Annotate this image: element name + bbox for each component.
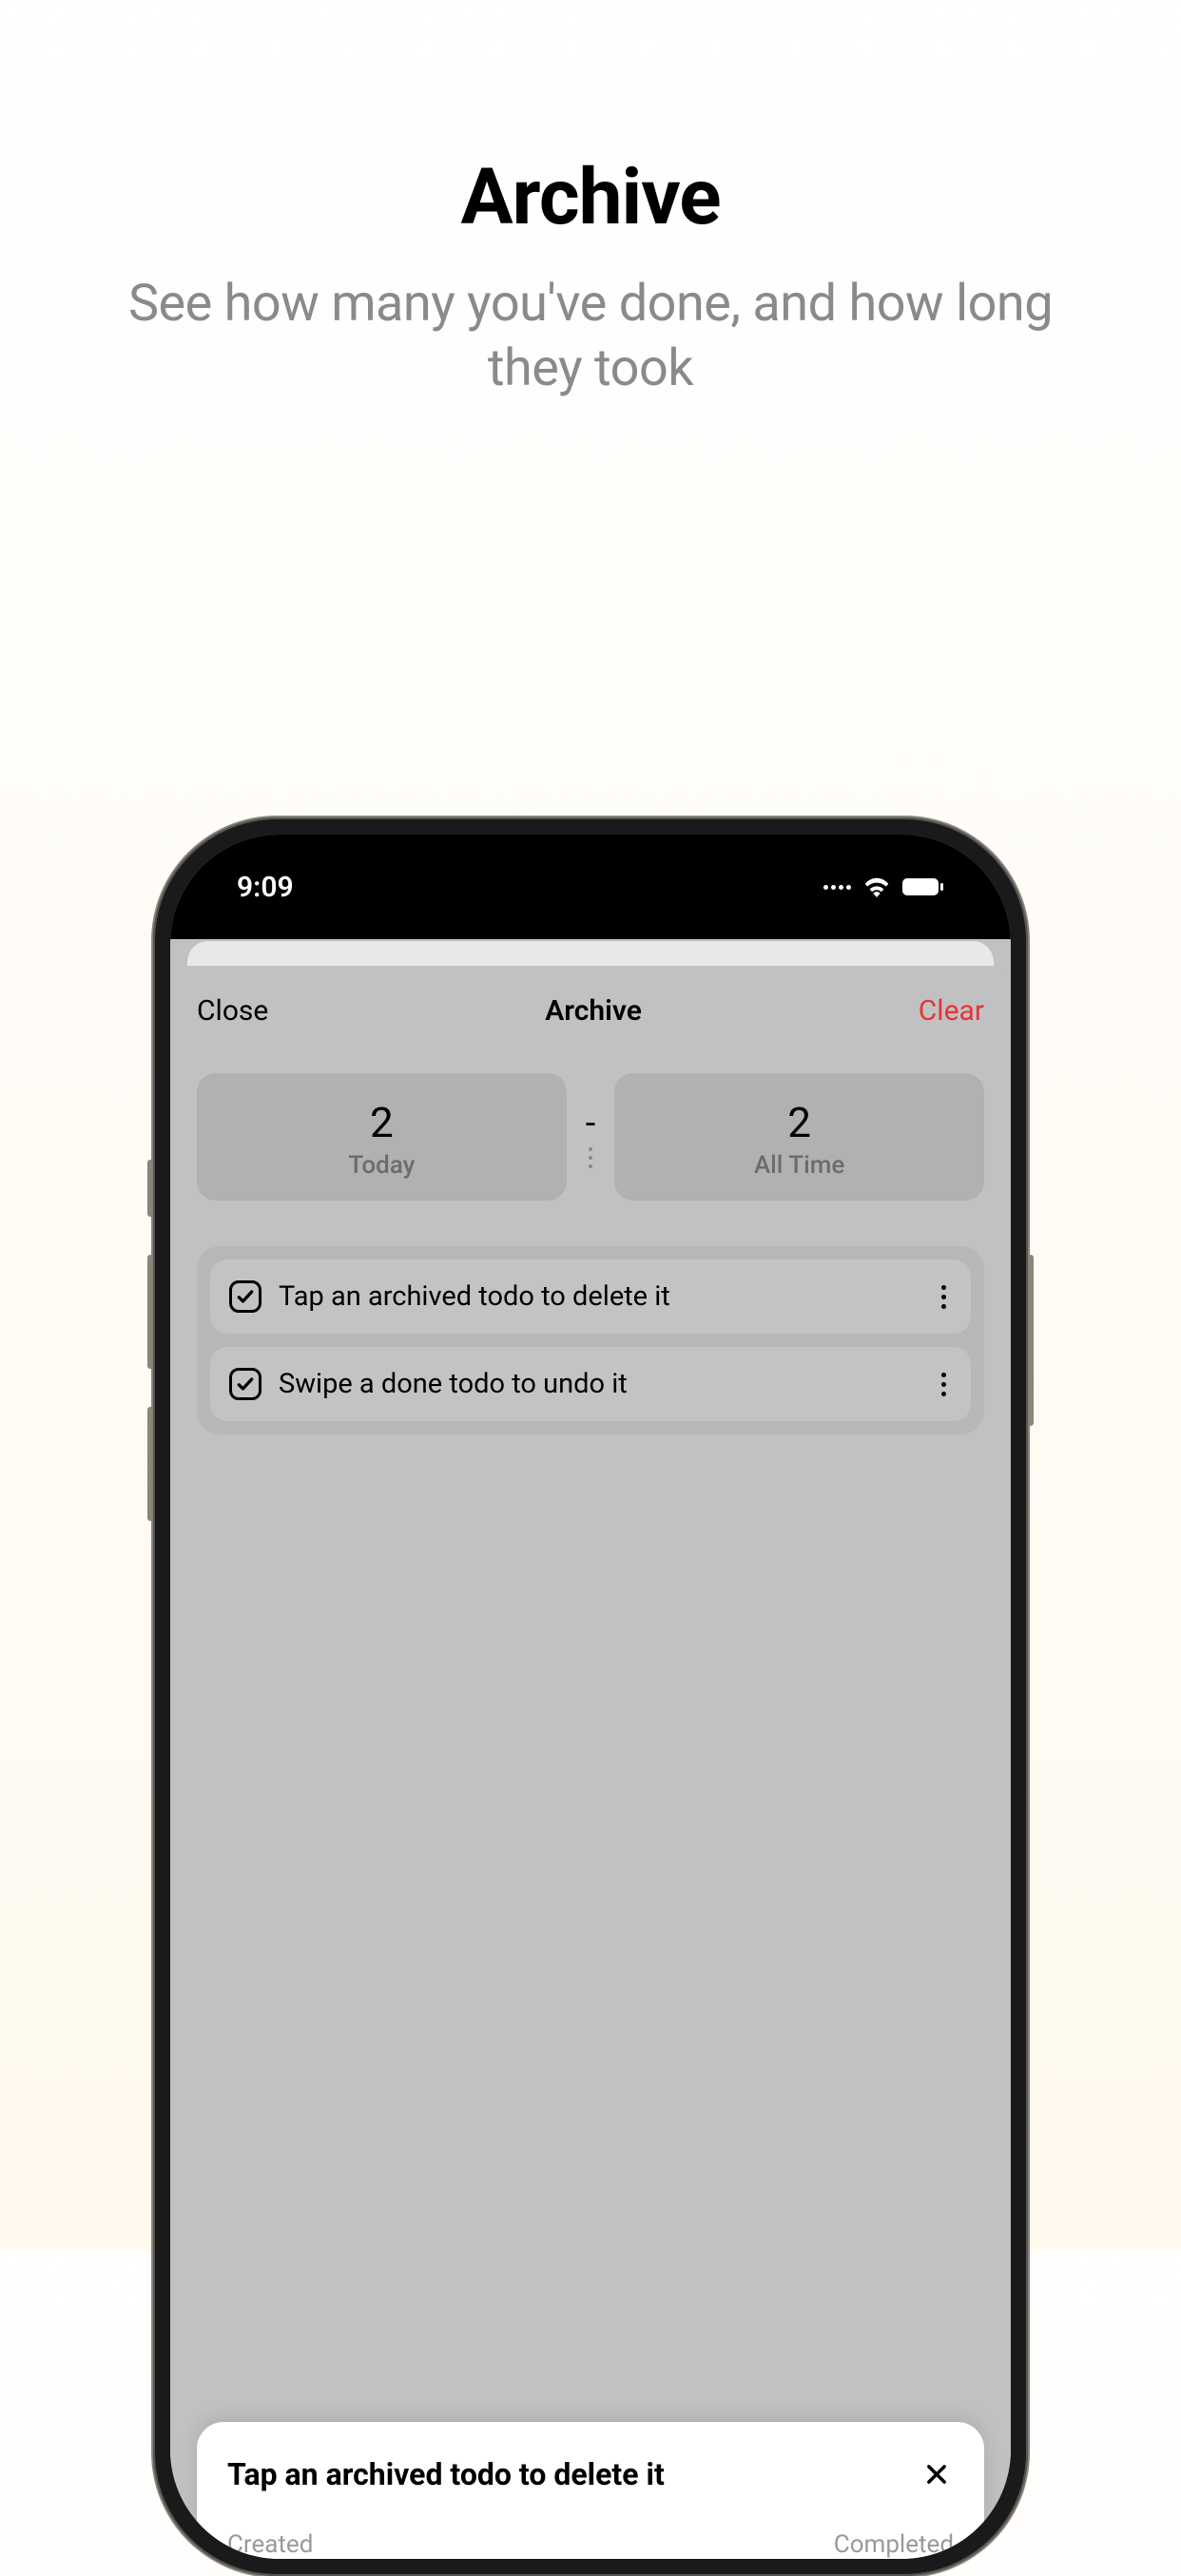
stat-alltime-label: All Time [614,1151,984,1180]
stats-divider: - [586,1105,596,1168]
wifi-icon [862,876,891,897]
dynamic-island [495,865,686,914]
todo-item[interactable]: Swipe a done todo to undo it [210,1347,971,1421]
close-button[interactable]: Close [197,994,268,1028]
page-subtitle: See how many you've done, and how long t… [0,272,1181,400]
todo-text: Tap an archived todo to delete it [279,1280,919,1313]
checkbox-checked-icon [229,1280,261,1313]
checkbox-checked-icon [229,1368,261,1400]
archive-modal: Close Archive Clear 2 Today - [170,966,1011,2559]
stats-row: 2 Today - 2 All Time [197,1073,984,1201]
detail-title: Tap an archived todo to delete it [227,2456,665,2492]
stat-today-label: Today [197,1151,567,1180]
more-icon[interactable] [936,1285,952,1309]
more-icon[interactable] [936,1373,952,1396]
completed-label: Completed [834,2530,954,2559]
stat-alltime[interactable]: 2 All Time [614,1073,984,1201]
stat-alltime-value: 2 [614,1098,984,1147]
battery-icon [902,876,944,897]
todo-item[interactable]: Tap an archived todo to delete it [210,1259,971,1334]
todo-text: Swipe a done todo to undo it [279,1368,919,1400]
stat-today-value: 2 [197,1098,567,1147]
page-title: Archive [0,152,1181,243]
phone-frame: 9:09 Close [153,817,1028,2576]
todo-list: Tap an archived todo to delete it Swipe … [197,1246,984,1434]
cellular-icon [823,885,851,890]
modal-title: Archive [545,994,642,1028]
close-icon[interactable] [920,2457,954,2491]
todo-detail-sheet: Tap an archived todo to delete it Create… [197,2422,984,2559]
created-label: Created [227,2530,313,2559]
clear-button[interactable]: Clear [919,994,984,1028]
status-time: 9:09 [237,871,294,904]
stat-today[interactable]: 2 Today [197,1073,567,1201]
